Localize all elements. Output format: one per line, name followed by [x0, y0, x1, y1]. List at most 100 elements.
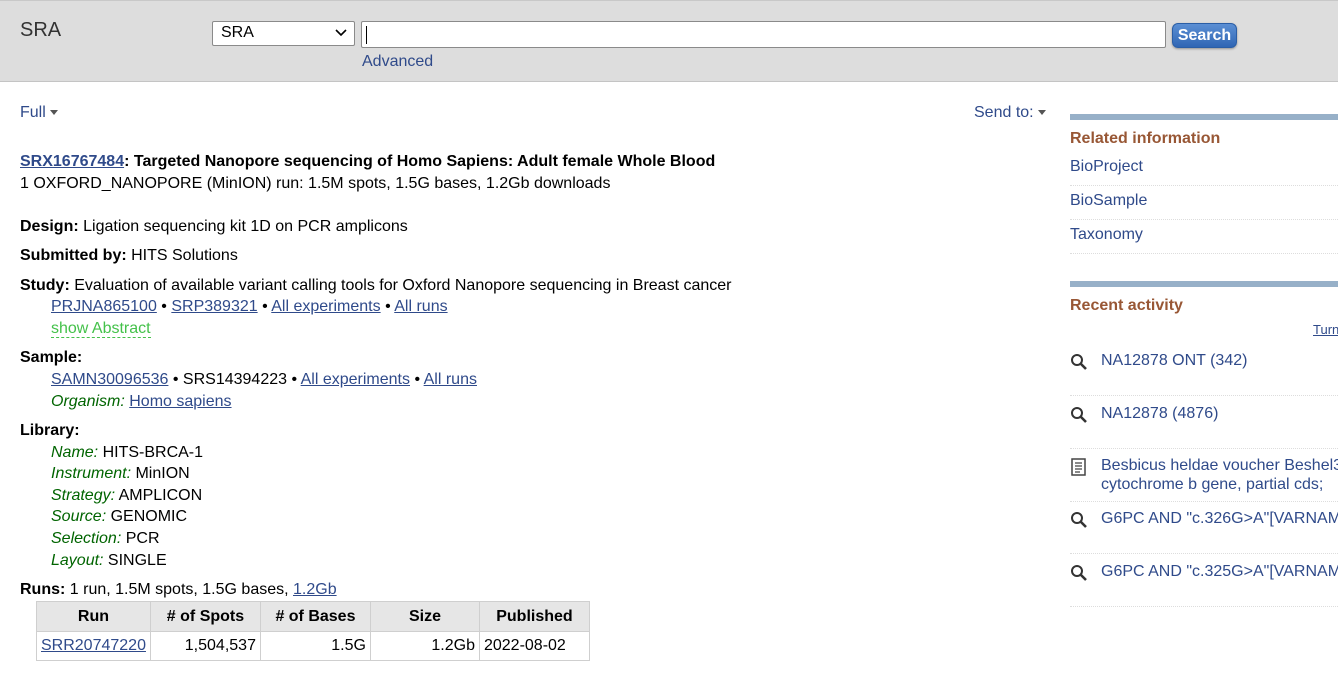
- caret-down-icon: [1037, 110, 1046, 116]
- sample-field: Sample:: [20, 349, 82, 367]
- bioproject-link[interactable]: PRJNA865100: [51, 298, 157, 315]
- runs-table: Run # of Spots # of Bases Size Published…: [36, 601, 590, 661]
- submitted-by-label: Submitted by:: [20, 247, 127, 264]
- recent-activity-text: G6PC AND "c.326G>A"[VARNAME: [1101, 510, 1338, 527]
- chevron-down-icon: [335, 29, 347, 37]
- send-to-menu[interactable]: Send to:: [974, 104, 1046, 122]
- database-select[interactable]: SRA: [212, 21, 355, 46]
- show-abstract-toggle[interactable]: show Abstract: [51, 320, 151, 338]
- run-spots: 1,504,537: [149, 631, 261, 661]
- srp-link[interactable]: SRP389321: [171, 298, 257, 315]
- run-bases: 1.5G: [259, 631, 371, 661]
- related-information-panel: Related information BioProject BioSample…: [1070, 114, 1338, 254]
- study-field: Study: Evaluation of available variant c…: [20, 277, 732, 295]
- separator: •: [168, 371, 183, 388]
- library-strategy-value: AMPLICON: [115, 487, 203, 504]
- sample-label: Sample:: [20, 349, 83, 366]
- library-selection-label: Selection:: [51, 530, 122, 547]
- run-size: 1.2Gb: [369, 631, 480, 661]
- library-selection-value: PCR: [121, 530, 160, 547]
- library-layout-label: Layout:: [51, 552, 104, 569]
- search-icon: [1071, 407, 1087, 423]
- search-input[interactable]: [361, 21, 1166, 48]
- study-label: Study:: [20, 277, 70, 294]
- search-bar: SRA SRA Search Advanced: [0, 0, 1338, 82]
- search-button[interactable]: Search: [1172, 23, 1237, 48]
- display-format-menu[interactable]: Full: [20, 104, 58, 122]
- section-divider: [1070, 281, 1338, 287]
- recent-activity-text: NA12878 (4876): [1101, 405, 1219, 422]
- related-link-taxonomy[interactable]: Taxonomy: [1070, 220, 1338, 254]
- experiment-summary: 1 OXFORD_NANOPORE (MinION) run: 1.5M spo…: [20, 175, 611, 192]
- library-instrument-label: Instrument:: [51, 465, 132, 482]
- recent-activity-text: Besbicus heldae voucher Beshel3 cytochrom…: [1101, 456, 1338, 494]
- library-selection-row: Selection: PCR: [51, 530, 160, 548]
- runs-label: Runs:: [20, 581, 66, 598]
- turn-off-activity-link[interactable]: Turn: [1313, 322, 1338, 337]
- recent-activity-text: NA12878 ONT (342): [1101, 352, 1248, 369]
- sample-links: SAMN30096536 • SRS14394223 • All experim…: [51, 371, 477, 389]
- library-strategy-label: Strategy:: [51, 487, 116, 504]
- separator: •: [156, 298, 172, 315]
- send-to-label: Send to:: [974, 104, 1034, 121]
- separator: •: [287, 371, 301, 388]
- recent-activity-item[interactable]: G6PC AND "c.325G>A"[VARNAME: [1070, 562, 1338, 607]
- library-source-value: GENOMIC: [106, 508, 188, 525]
- design-field: Design: Ligation sequencing kit 1D on PC…: [20, 218, 408, 236]
- database-title: SRA: [20, 19, 62, 41]
- separator: •: [257, 298, 272, 315]
- srs-accession: SRS14394223: [182, 371, 288, 388]
- design-label: Design:: [20, 218, 79, 235]
- organism-row: Organism: Homo sapiens: [51, 393, 232, 411]
- submitted-by-field: Submitted by: HITS Solutions: [20, 247, 238, 265]
- study-links: PRJNA865100 • SRP389321 • All experiment…: [51, 298, 448, 316]
- library-name-row: Name: HITS-BRCA-1: [51, 444, 203, 462]
- library-source-row: Source: GENOMIC: [51, 508, 187, 526]
- library-layout-row: Layout: SINGLE: [51, 552, 167, 570]
- study-all-runs-link[interactable]: All runs: [394, 298, 447, 315]
- biosample-link[interactable]: SAMN30096536: [51, 371, 168, 388]
- column-header-bases: # of Bases: [259, 601, 371, 632]
- recent-activity-line: cytochrome b gene, partial cds;: [1101, 476, 1324, 493]
- recent-activity-item[interactable]: NA12878 ONT (342): [1070, 351, 1338, 396]
- recent-activity-item[interactable]: NA12878 (4876): [1070, 404, 1338, 449]
- library-instrument-row: Instrument: MinION: [51, 465, 190, 483]
- column-header-spots: # of Spots: [149, 601, 261, 632]
- experiment-title: SRX16767484: Targeted Nanopore sequencin…: [20, 153, 715, 171]
- organism-link[interactable]: Homo sapiens: [129, 393, 231, 410]
- run-accession-link[interactable]: SRR20747220: [41, 637, 146, 654]
- separator: •: [380, 298, 395, 315]
- display-format-label: Full: [20, 104, 46, 121]
- library-name-value: HITS-BRCA-1: [98, 444, 204, 461]
- related-link-biosample[interactable]: BioSample: [1070, 186, 1338, 220]
- runs-summary: 1 run, 1.5M spots, 1.5G bases,: [65, 581, 293, 598]
- study-value: Evaluation of available variant calling …: [69, 277, 732, 294]
- library-layout-value: SINGLE: [103, 552, 167, 569]
- column-header-published: Published: [478, 601, 590, 632]
- study-all-experiments-link[interactable]: All experiments: [271, 298, 380, 315]
- search-icon: [1071, 512, 1087, 528]
- design-value: Ligation sequencing kit 1D on PCR amplic…: [78, 218, 408, 235]
- separator: •: [410, 371, 424, 388]
- related-information-heading: Related information: [1070, 130, 1221, 147]
- runs-field: Runs: 1 run, 1.5M spots, 1.5G bases, 1.2…: [20, 581, 337, 599]
- search-icon: [1071, 354, 1087, 370]
- table-row: SRR20747220 1,504,537 1.5G 1.2Gb 2022-08…: [36, 631, 590, 661]
- recent-activity-heading: Recent activity: [1070, 297, 1183, 314]
- sample-all-experiments-link[interactable]: All experiments: [301, 371, 410, 388]
- library-field: Library:: [20, 422, 80, 440]
- column-header-size: Size: [369, 601, 480, 632]
- experiment-title-text: : Targeted Nanopore sequencing of Homo S…: [124, 153, 716, 170]
- run-published: 2022-08-02: [478, 631, 590, 661]
- related-link-bioproject[interactable]: BioProject: [1070, 154, 1338, 186]
- show-abstract-row: show Abstract: [51, 320, 151, 338]
- advanced-search-link[interactable]: Advanced: [362, 53, 433, 71]
- text-cursor: [366, 26, 367, 44]
- runs-size-link[interactable]: 1.2Gb: [293, 581, 337, 598]
- caret-down-icon: [49, 110, 58, 116]
- submitted-by-value: HITS Solutions: [126, 247, 238, 264]
- recent-activity-item[interactable]: G6PC AND "c.326G>A"[VARNAME: [1070, 509, 1338, 554]
- recent-activity-item[interactable]: Besbicus heldae voucher Beshel3 cytochrom…: [1070, 456, 1338, 502]
- experiment-accession-link[interactable]: SRX16767484: [20, 153, 124, 170]
- sample-all-runs-link[interactable]: All runs: [424, 371, 477, 388]
